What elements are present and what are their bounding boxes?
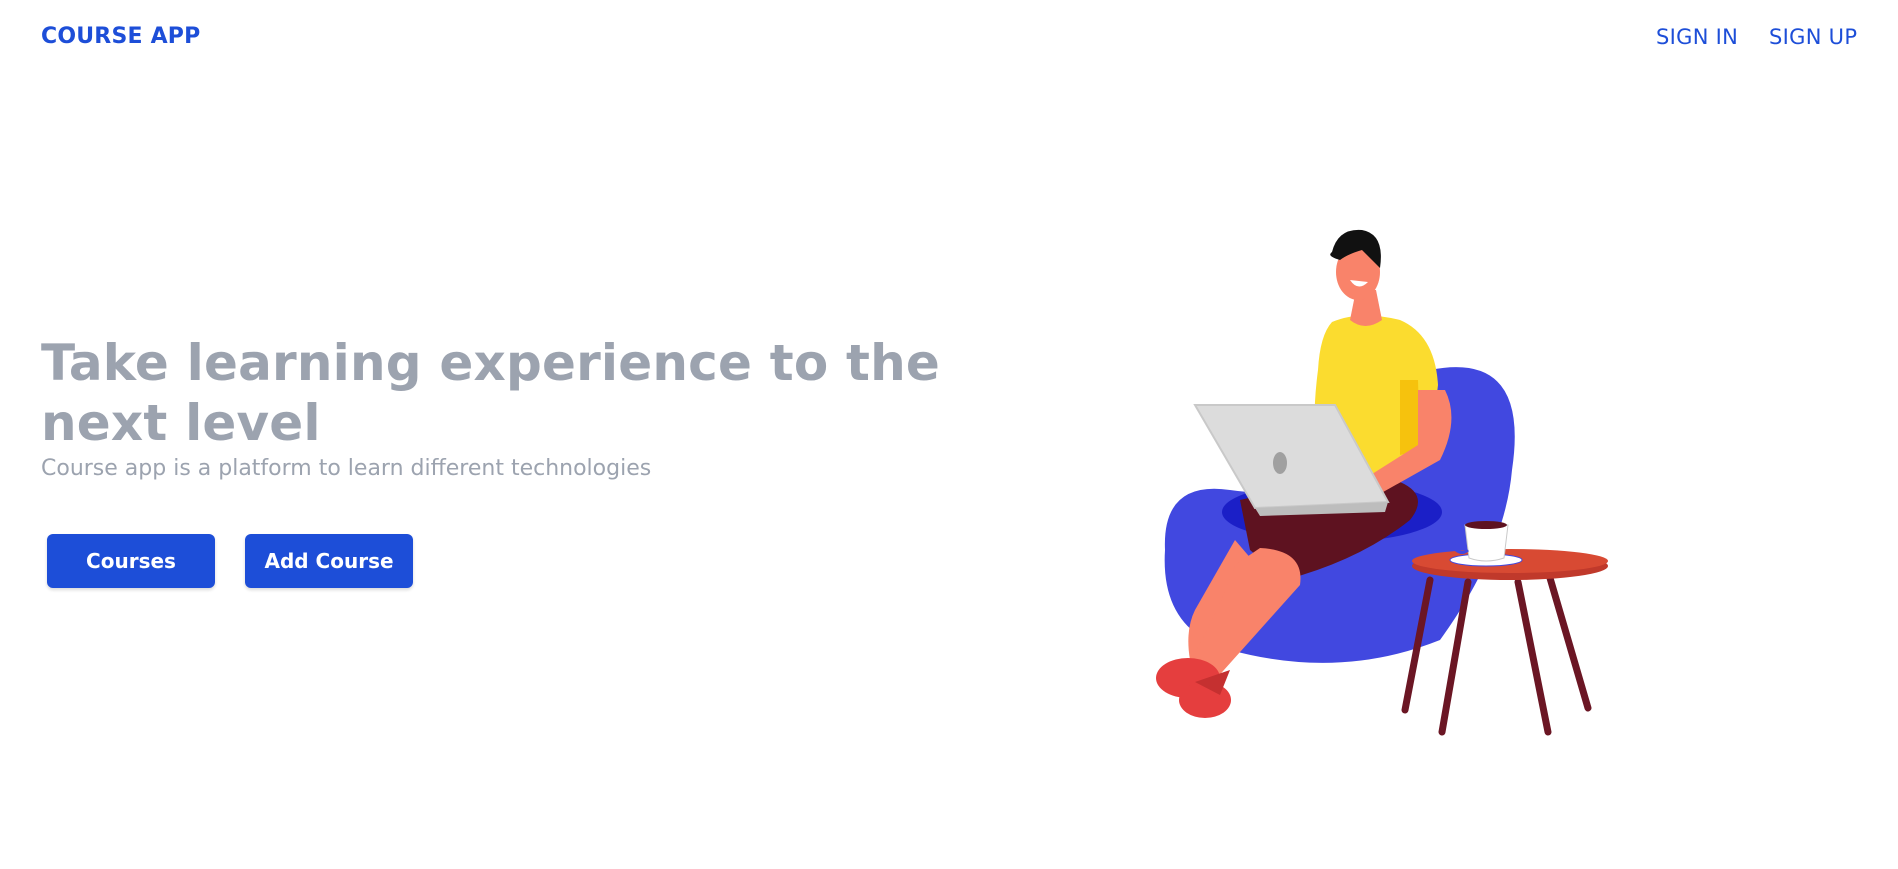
coffee (1465, 521, 1507, 529)
shirt-shadow (1400, 380, 1420, 455)
sign-in-link[interactable]: SIGN IN (1656, 25, 1738, 49)
courses-button[interactable]: Courses (47, 534, 215, 588)
hero-title: Take learning experience to the next lev… (41, 334, 940, 452)
table-leg-4 (1546, 574, 1592, 712)
hero-subtitle: Course app is a platform to learn differ… (41, 456, 652, 481)
landing-page: COURSE APP SIGN IN SIGN UP Take learning… (0, 0, 1898, 869)
person-with-laptop-icon (1156, 229, 1608, 736)
slipper-right (1179, 682, 1231, 718)
cup-icon (1464, 524, 1509, 562)
laptop-logo (1273, 452, 1287, 474)
table-leg-3 (1514, 578, 1552, 736)
navbar: COURSE APP SIGN IN SIGN UP (0, 0, 1898, 78)
sign-up-link[interactable]: SIGN UP (1769, 25, 1857, 49)
hero-illustration (1100, 220, 1620, 740)
add-course-button[interactable]: Add Course (245, 534, 413, 588)
brand-logo-link[interactable]: COURSE APP (41, 24, 200, 49)
